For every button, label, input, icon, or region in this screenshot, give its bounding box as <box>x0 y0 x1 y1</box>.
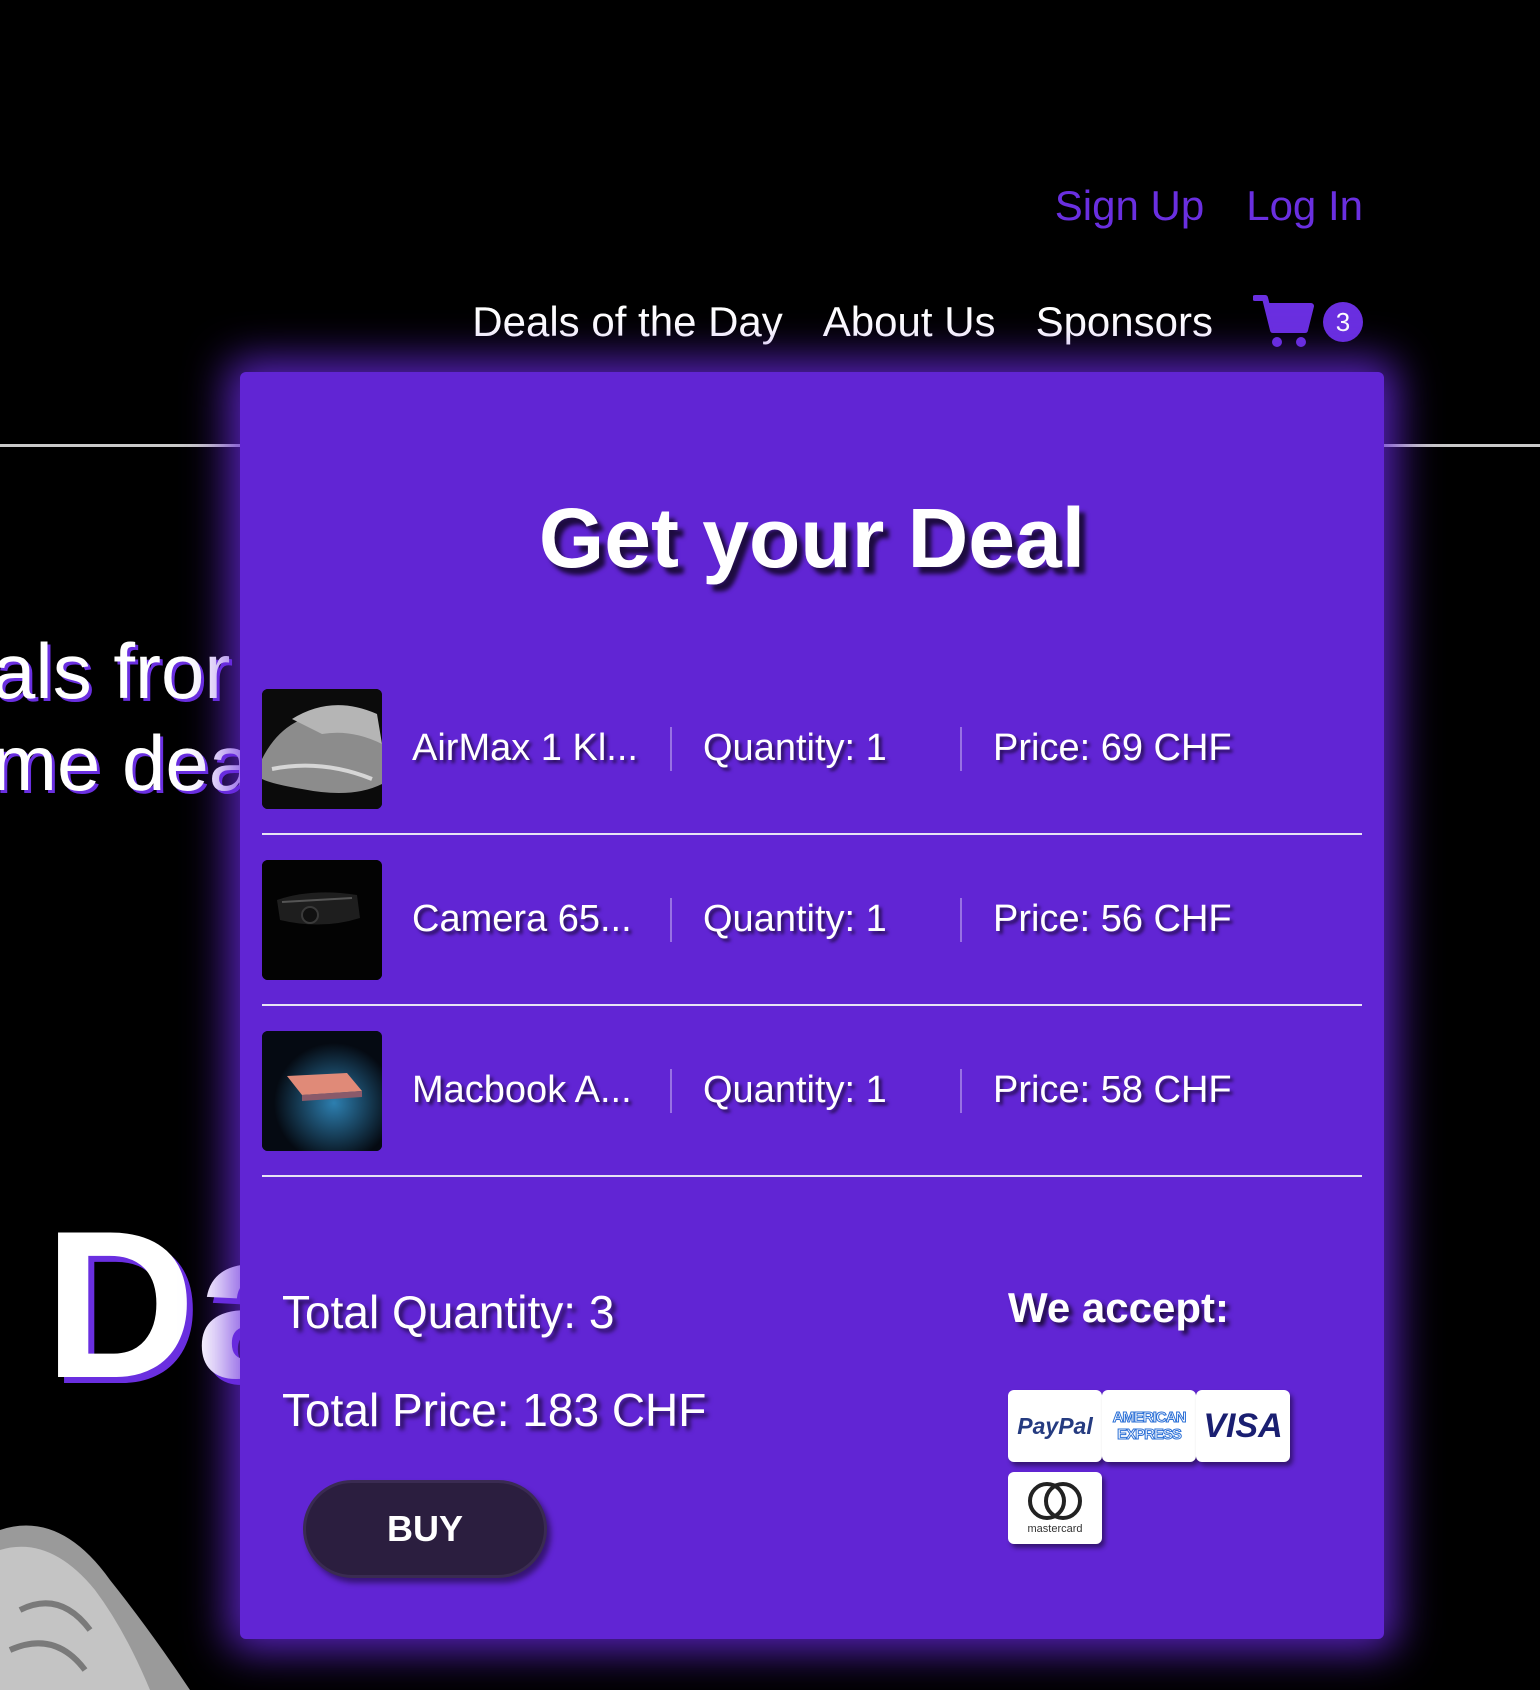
buy-button[interactable]: BUY <box>303 1480 547 1578</box>
mastercard-icon: mastercard <box>1008 1472 1102 1544</box>
cart-panel: Get your Deal AirMax 1 Kl... Quantity: 1… <box>240 372 1384 1639</box>
visa-label: VISA <box>1203 1406 1283 1445</box>
camera-image <box>262 859 382 980</box>
cart-count-badge: 3 <box>1323 302 1363 342</box>
visa-icon: VISA <box>1196 1390 1290 1462</box>
column-separator <box>670 726 672 771</box>
accepted-payments-title: We accept: <box>1008 1284 1229 1331</box>
log-in-link[interactable]: Log In <box>1246 182 1363 230</box>
cart-items-list: AirMax 1 Kl... Quantity: 1 Price: 69 CHF… <box>262 664 1362 1177</box>
item-price: Price: 58 CHF <box>993 1069 1232 1111</box>
cart-icon <box>1253 295 1314 347</box>
column-separator <box>960 897 962 942</box>
mastercard-label: mastercard <box>1027 1523 1083 1535</box>
sneaker-image <box>262 688 382 809</box>
main-nav: Deals of the Day About Us Sponsors 3 <box>472 292 1363 352</box>
sign-up-link[interactable]: Sign Up <box>1055 182 1204 230</box>
sneaker-hero-image <box>0 1525 190 1690</box>
amex-icon: AMERICAN EXPRESS <box>1102 1390 1196 1462</box>
item-name: Macbook A... <box>412 1069 632 1111</box>
panel-title: Get your Deal <box>538 491 1086 585</box>
cart-item: AirMax 1 Kl... Quantity: 1 Price: 69 CHF <box>262 664 1362 835</box>
auth-links: Sign Up Log In <box>1055 182 1363 230</box>
mastercard-circles-icon <box>1028 1482 1082 1520</box>
column-separator <box>670 1068 672 1113</box>
item-price: Price: 56 CHF <box>993 898 1232 940</box>
nav-sponsors[interactable]: Sponsors <box>1036 298 1213 346</box>
item-name: Camera 65... <box>412 898 632 940</box>
laptop-image <box>262 1030 382 1151</box>
item-quantity: Quantity: 1 <box>703 727 887 769</box>
nav-deals-of-the-day[interactable]: Deals of the Day <box>472 298 783 346</box>
column-separator <box>960 1068 962 1113</box>
column-separator <box>960 726 962 771</box>
hero-text: als fror me dea <box>0 625 252 809</box>
cart-button[interactable]: 3 <box>1253 292 1363 352</box>
total-price: Total Price: 183 CHF <box>282 1384 707 1436</box>
cart-item: Camera 65... Quantity: 1 Price: 56 CHF <box>262 835 1362 1006</box>
item-quantity: Quantity: 1 <box>703 898 887 940</box>
paypal-label: PayPal <box>1017 1412 1093 1439</box>
item-quantity: Quantity: 1 <box>703 1069 887 1111</box>
amex-label-line1: AMERICAN <box>1112 1409 1187 1427</box>
item-name: AirMax 1 Kl... <box>412 727 638 769</box>
paypal-icon: PayPal <box>1008 1390 1102 1462</box>
payment-methods: PayPal AMERICAN EXPRESS VISA mastercard <box>1008 1390 1298 1544</box>
amex-label-line2: EXPRESS <box>1117 1426 1183 1444</box>
hero-line-2: me dea <box>0 719 253 807</box>
hero-line-1: als fror <box>0 627 231 715</box>
total-quantity: Total Quantity: 3 <box>282 1286 615 1338</box>
column-separator <box>670 897 672 942</box>
order-totals: Total Quantity: 3 Total Price: 183 CHF <box>282 1285 706 1481</box>
nav-about-us[interactable]: About Us <box>823 298 996 346</box>
cart-item: Macbook A... Quantity: 1 Price: 58 CHF <box>262 1006 1362 1177</box>
item-price: Price: 69 CHF <box>993 727 1232 769</box>
